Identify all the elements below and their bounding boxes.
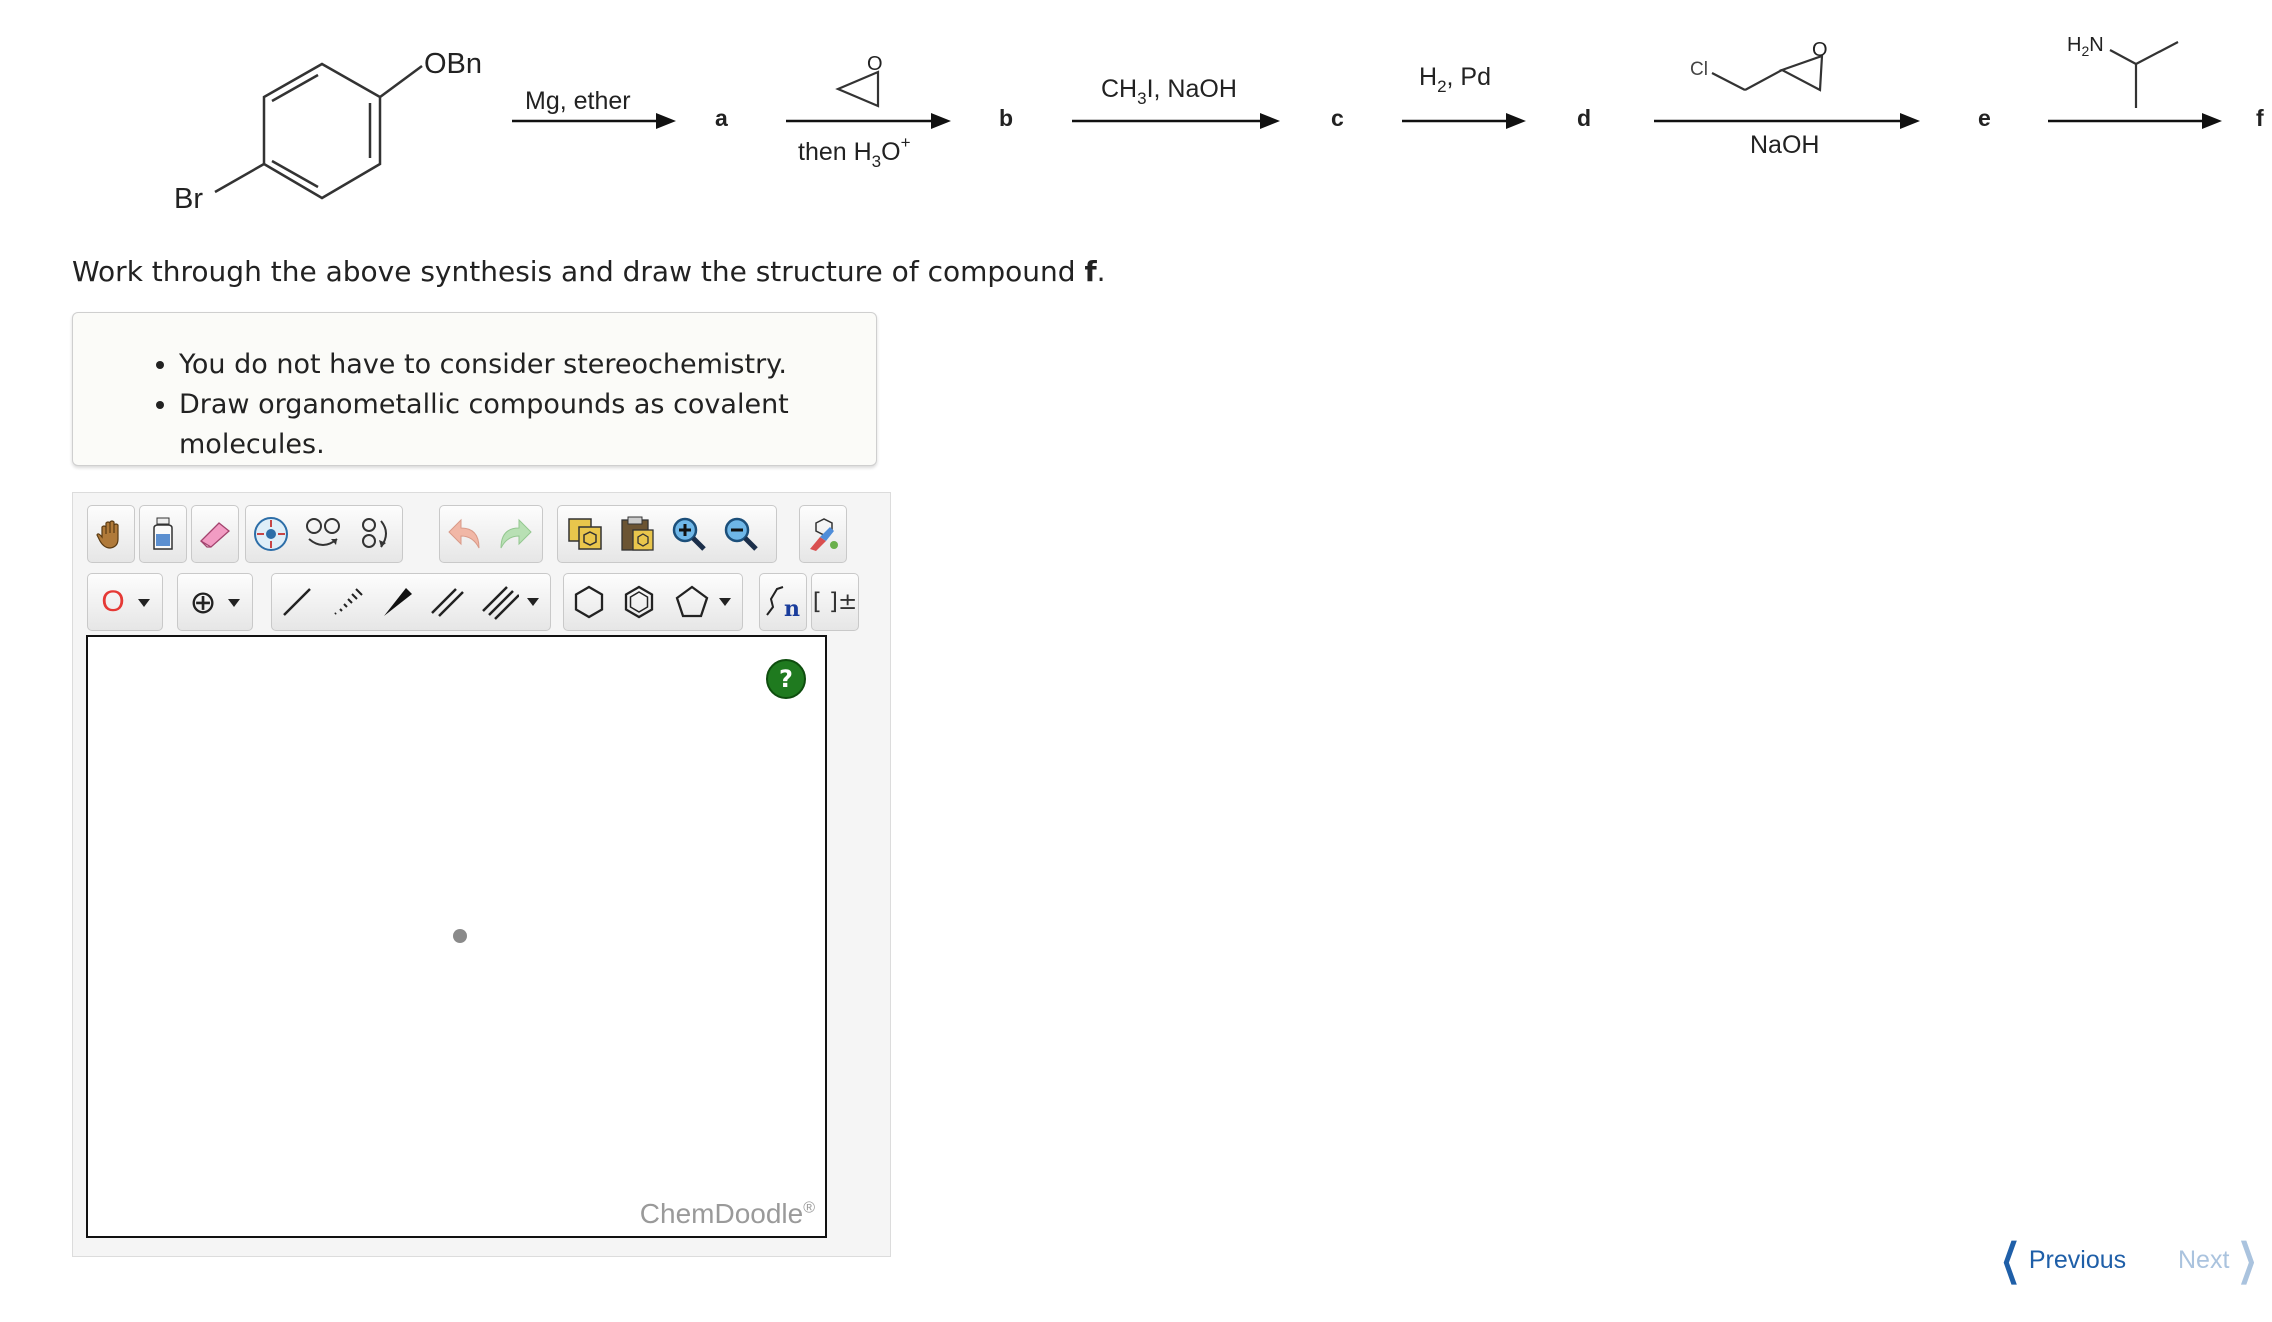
drawing-canvas[interactable]: ? ChemDoodle® [86, 635, 827, 1238]
zoom-in-icon [672, 517, 706, 551]
zoom-out-button[interactable] [717, 505, 765, 563]
single-bond-icon [283, 588, 311, 616]
rotate-button[interactable] [351, 505, 399, 563]
dropdown-arrow-icon [719, 598, 731, 606]
amine-label: H2N [2067, 34, 2104, 59]
hint-item: Draw organometallic compounds as covalen… [179, 385, 876, 465]
clean-structure-icon [810, 518, 838, 551]
chevron-right-icon: ❯ [2237, 1235, 2258, 1284]
compound-a-label: a [715, 105, 728, 131]
epoxide-o-label: O [867, 53, 883, 75]
chain-n-label: n [784, 596, 800, 622]
toolbar-row-2: O ⊕ n []± [87, 573, 877, 637]
help-button[interactable]: ? [766, 659, 806, 699]
eraser-button[interactable] [191, 505, 239, 563]
zoom-out-icon [724, 517, 758, 551]
dropdown-arrow-icon [228, 599, 240, 607]
undo-icon [448, 518, 480, 549]
previous-button[interactable]: ❮ Previous [1992, 1235, 2127, 1284]
center-button[interactable] [247, 505, 295, 563]
charge-plus-icon: ⊕ [189, 583, 217, 621]
eraser-icon [199, 522, 231, 548]
bracket-icon: [ ]± [812, 589, 858, 615]
dropdown-arrow-icon [138, 599, 150, 607]
hand-tool-button[interactable] [87, 505, 135, 563]
paste-button[interactable] [613, 505, 661, 563]
double-bond-button[interactable] [423, 573, 471, 631]
isopropylamine-structure [2109, 41, 2179, 108]
compound-e-label: e [1978, 105, 1991, 131]
flip-button[interactable] [299, 505, 347, 563]
obn-label: OBn [424, 48, 482, 80]
chain-button[interactable]: n [759, 573, 807, 631]
compound-c-label: c [1331, 105, 1344, 131]
benzene-icon [624, 585, 654, 619]
starting-material [214, 62, 423, 200]
compound-d-label: d [1577, 105, 1591, 131]
cyclohexane-icon [574, 585, 604, 619]
single-bond-button[interactable] [273, 573, 321, 631]
templates-button[interactable] [561, 505, 609, 563]
double-bond-icon [431, 588, 464, 617]
undo-button[interactable] [441, 505, 489, 563]
bracket-button[interactable]: [ ]± [811, 573, 859, 631]
reagent-4: H2, Pd [1419, 63, 1491, 96]
next-button[interactable]: Next ❯ [2178, 1235, 2266, 1284]
triple-bond-button[interactable] [473, 573, 549, 631]
epichlorohydrin-structure [1711, 54, 1824, 92]
hand-icon [96, 520, 119, 549]
question-text: Work through the above synthesis and dra… [72, 255, 1106, 288]
element-picker-button[interactable]: O [87, 573, 163, 631]
reagent-1: Mg, ether [525, 87, 631, 115]
charge-picker-button[interactable]: ⊕ [177, 573, 253, 631]
triple-bond-icon [482, 586, 519, 620]
wedge-bond-button[interactable] [373, 573, 421, 631]
hashed-bond-icon [334, 588, 363, 615]
canvas-center-dot [453, 929, 467, 943]
center-icon [254, 517, 288, 551]
hashed-bond-button[interactable] [323, 573, 371, 631]
zoom-in-button[interactable] [665, 505, 713, 563]
chemdoodle-watermark: ChemDoodle® [639, 1198, 815, 1229]
toolbar-row-1 [87, 505, 877, 569]
next-label: Next [2178, 1245, 2230, 1274]
wedge-bond-icon [384, 588, 412, 616]
reagent-5-below: NaOH [1750, 131, 1819, 159]
benzene-button[interactable] [615, 573, 663, 631]
clipboard-icon [621, 516, 654, 551]
previous-label: Previous [2028, 1245, 2127, 1274]
redo-icon [500, 518, 532, 549]
epi-o-label: O [1812, 39, 1828, 61]
dropdown-arrow-icon [527, 598, 539, 606]
hint-item: You do not have to consider stereochemis… [179, 345, 876, 385]
epi-cl-label: Cl [1690, 59, 1708, 80]
chemdoodle-editor: O ⊕ n []± ? ChemDoodle® [72, 492, 891, 1257]
templates-icon [568, 518, 602, 550]
clear-button[interactable] [139, 505, 187, 563]
question-target: f [1084, 255, 1097, 288]
redo-button[interactable] [491, 505, 539, 563]
cyclopentane-icon [675, 585, 709, 618]
clean-button[interactable] [799, 505, 847, 563]
reagent-2-below: then H3O+ [798, 133, 911, 171]
hint-box: You do not have to consider stereochemis… [72, 312, 877, 466]
flip-molecule-icon [306, 518, 340, 546]
element-label: O [101, 585, 125, 618]
epoxide-structure [835, 70, 880, 108]
br-label: Br [174, 183, 203, 215]
cyclopentane-button[interactable] [665, 573, 741, 631]
cyclohexane-button[interactable] [565, 573, 613, 631]
clear-bottle-icon [153, 517, 173, 550]
compound-f-label: f [2256, 105, 2264, 131]
chevron-left-icon: ❮ [2000, 1235, 2021, 1284]
compound-b-label: b [999, 105, 1013, 131]
reaction-scheme: OBn Br Mg, ether a O then H3O+ b CH3I, N… [174, 34, 2264, 215]
hint-list: You do not have to consider stereochemis… [139, 345, 876, 465]
reagent-3: CH3I, NaOH [1101, 75, 1237, 108]
rotate-molecule-icon [362, 518, 387, 548]
